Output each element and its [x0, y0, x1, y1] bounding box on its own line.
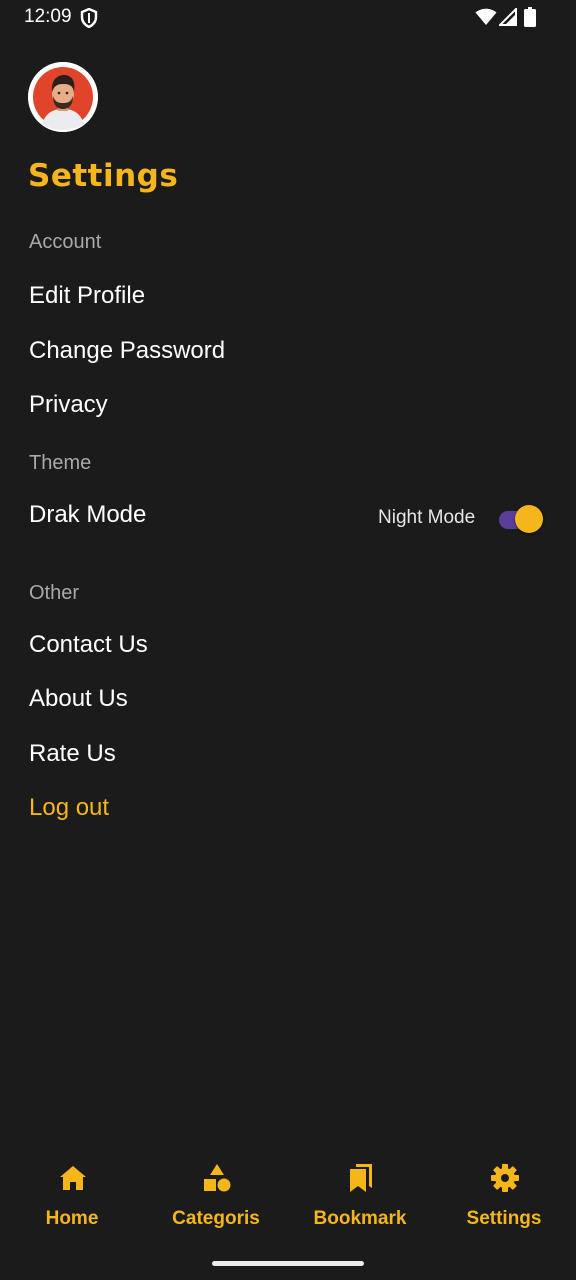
home-indicator[interactable] — [212, 1261, 364, 1266]
nav-item-categories[interactable]: Categoris — [144, 1150, 288, 1250]
nav-item-settings[interactable]: Settings — [432, 1150, 576, 1250]
shield-icon — [80, 8, 98, 28]
section-label-other: Other — [29, 582, 80, 604]
dark-mode-label: Drak Mode — [29, 501, 147, 528]
wifi-icon — [475, 8, 497, 25]
logout-button[interactable]: Log out — [29, 794, 109, 822]
nav-label-categories: Categoris — [172, 1208, 260, 1229]
menu-item-rate-us[interactable]: Rate Us — [29, 740, 116, 768]
profile-avatar-image — [28, 62, 98, 132]
status-bar: 12:09 — [0, 0, 576, 36]
page-title: Settings — [28, 158, 179, 194]
home-icon — [60, 1166, 86, 1190]
menu-item-change-password[interactable]: Change Password — [29, 337, 225, 365]
bottom-nav: Home Categoris Bookmark Settings — [0, 1150, 576, 1250]
toggle-thumb — [515, 505, 543, 533]
battery-icon — [524, 7, 536, 27]
menu-item-privacy[interactable]: Privacy — [29, 391, 108, 419]
signal-icon — [499, 8, 517, 26]
nav-label-bookmark: Bookmark — [313, 1208, 407, 1229]
nav-label-home: Home — [45, 1208, 99, 1229]
nav-item-home[interactable]: Home — [0, 1150, 144, 1250]
nav-label-settings: Settings — [466, 1208, 542, 1229]
night-mode-toggle[interactable] — [498, 505, 544, 533]
shapes-icon — [204, 1164, 231, 1192]
bookmark-icon — [350, 1164, 372, 1192]
night-mode-label: Night Mode — [378, 507, 476, 528]
section-label-account: Account — [29, 231, 102, 253]
nav-item-bookmark[interactable]: Bookmark — [288, 1150, 432, 1250]
menu-item-edit-profile[interactable]: Edit Profile — [29, 282, 145, 310]
status-time: 12:09 — [24, 6, 72, 27]
section-label-theme: Theme — [29, 452, 92, 474]
avatar[interactable] — [28, 62, 98, 132]
gear-icon — [491, 1164, 519, 1192]
menu-item-about-us[interactable]: About Us — [29, 685, 128, 713]
menu-item-contact-us[interactable]: Contact Us — [29, 631, 148, 659]
